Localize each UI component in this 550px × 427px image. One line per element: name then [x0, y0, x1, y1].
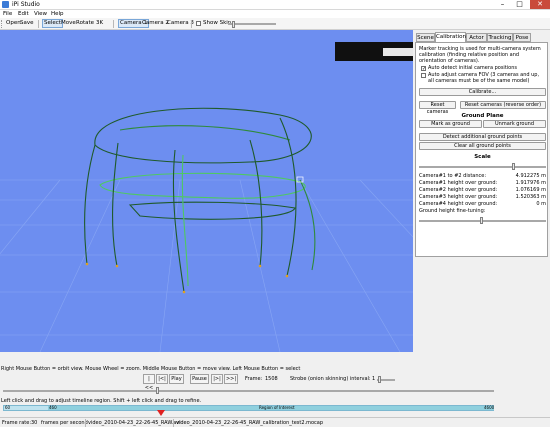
camera-thumbnail[interactable]	[383, 48, 413, 56]
mouse-help-text: Right Mouse Button = orbit view. Mouse W…	[1, 366, 301, 372]
distance-value: 4.912275 m	[515, 173, 546, 179]
play-button[interactable]: Play	[169, 374, 184, 384]
camera3-height-row: Camera#3 height over ground: 1.520363 m	[419, 194, 546, 200]
window-title: iPi Studio	[12, 1, 40, 8]
go-to-start-button[interactable]: |<<	[143, 374, 155, 391]
timeline-region-start: 460	[49, 405, 57, 410]
camera3-height-label: Camera#3 height over ground:	[419, 194, 498, 200]
timeline-help-text: Left click and drag to adjust timeline r…	[1, 398, 202, 404]
unmark-ground-button[interactable]: Unmark ground	[483, 120, 546, 128]
menu-file[interactable]: File	[3, 10, 12, 18]
save-button[interactable]: Save	[19, 19, 35, 28]
scale-header: Scale	[474, 154, 491, 160]
menu-help[interactable]: Help	[51, 10, 64, 18]
show-skin-checkbox[interactable]	[196, 21, 201, 26]
auto-detect-checkbox[interactable]: ✓	[421, 66, 426, 72]
calibrate-button[interactable]: Calibrate...	[419, 88, 546, 96]
tab-pose[interactable]: Pose	[513, 33, 531, 42]
skin-opacity-slider-thumb[interactable]	[232, 21, 235, 28]
frame-rate-label: Frame rate:	[2, 420, 32, 426]
status-bar: Frame rate: 30 frames per second video_2…	[0, 417, 550, 427]
skin-opacity-slider[interactable]	[228, 23, 276, 25]
rotate-tool-button[interactable]: Rotate	[75, 19, 95, 28]
tab-tracking[interactable]: Tracking	[487, 33, 513, 42]
step-back-button[interactable]: |<|	[156, 374, 168, 384]
reset-cameras-reverse-button[interactable]: Reset cameras (reverse order)	[460, 101, 546, 109]
scale-slider-thumb[interactable]	[512, 163, 515, 170]
title-bar: iPi Studio – □ ✕	[0, 0, 550, 10]
menu-bar: File Edit View Help	[0, 10, 550, 18]
auto-adjust-fov-label: Auto adjust camera FOV (3 cameras and up…	[428, 72, 540, 84]
distance-label: Camera#1 to #2 distance:	[419, 173, 487, 179]
calibration-panel: Marker tracking is used for multi-camera…	[415, 42, 548, 257]
app-icon	[2, 1, 9, 8]
pause-button[interactable]: Pause	[190, 374, 209, 384]
fps-label: frames per second	[41, 420, 88, 426]
playhead-icon	[157, 410, 165, 416]
auto-adjust-fov-checkbox[interactable]	[421, 73, 426, 78]
close-button[interactable]: ✕	[530, 0, 550, 9]
camera2-height-row: Camera#2 height over ground: 1.076169 m	[419, 187, 546, 193]
menu-edit[interactable]: Edit	[18, 10, 29, 18]
auto-detect-label: Auto detect initial camera positions	[428, 65, 518, 71]
tab-calibration[interactable]: Calibration	[435, 32, 466, 42]
frame-value: 1508	[265, 376, 278, 382]
ground-grid	[0, 179, 413, 352]
fine-tune-label: Ground height fine-tuning:	[419, 208, 486, 214]
timeline-end: 4600	[484, 405, 495, 410]
playhead-marker[interactable]	[157, 410, 165, 416]
clear-ground-points-button[interactable]: Clear all ground points	[419, 142, 546, 150]
frame-rate-value: 30	[31, 420, 38, 426]
strobe-slider-thumb[interactable]	[378, 376, 381, 383]
toolbar-separator	[113, 20, 114, 28]
scene-canvas	[0, 107, 413, 352]
zoom-value: 3K	[96, 20, 104, 26]
toolbar-separator	[38, 20, 39, 28]
camera4-height-label: Camera#4 height over ground:	[419, 201, 498, 207]
toolbar-separator	[191, 20, 192, 28]
3d-viewport[interactable]	[0, 30, 413, 352]
grip-icon	[1, 20, 3, 28]
maximize-button[interactable]: □	[511, 0, 528, 9]
camera1-height-label: Camera#1 height over ground:	[419, 180, 498, 186]
menu-view[interactable]: View	[34, 10, 47, 18]
detect-ground-points-button[interactable]: Detect additional ground points	[419, 133, 546, 141]
camera1-height-value: 1.917976 m	[515, 180, 546, 186]
tab-actor[interactable]: Actor	[466, 33, 487, 42]
camera1-height-row: Camera#1 height over ground: 1.917976 m	[419, 180, 546, 186]
distance-row: Camera#1 to #2 distance: 4.912275 m	[419, 173, 546, 179]
ground-fine-tune-slider-thumb[interactable]	[480, 217, 483, 224]
tab-scene[interactable]: Scene	[416, 33, 435, 42]
status-separator	[173, 419, 174, 427]
timeline-start: 60	[5, 405, 11, 410]
camera2-height-label: Camera#2 height over ground:	[419, 187, 498, 193]
toolbar: Open Save Select Move Rotate 3K Camera 1…	[0, 18, 550, 30]
camera4-height-row: Camera#4 height over ground: 0 m	[419, 201, 546, 207]
mark-as-ground-button[interactable]: Mark as ground	[419, 120, 482, 128]
strobe-label: Strobe (onion skinning) interval:	[290, 376, 371, 382]
frame-label: Frame:	[245, 376, 263, 382]
camera2-height-value: 1.076169 m	[515, 187, 546, 193]
frame-slider[interactable]	[3, 390, 494, 392]
frame-slider-thumb[interactable]	[156, 387, 159, 394]
strobe-value: 1	[372, 376, 376, 382]
camera4-height-value: 0 m	[536, 201, 546, 207]
video-file-name: video_2010-04-23_22-26-45_RAW.avi	[88, 420, 181, 426]
region-of-interest-label: Region of Interest	[259, 405, 295, 410]
camera3-height-value: 1.520363 m	[515, 194, 546, 200]
calibration-description: Marker tracking is used for multi-camera…	[419, 46, 541, 64]
ground-plane-header: Ground Plane	[461, 113, 504, 119]
camera-thumbnail-strip[interactable]	[335, 42, 413, 61]
playback-area: Right Mouse Button = orbit view. Mouse W…	[0, 352, 550, 427]
minimize-button[interactable]: –	[494, 0, 511, 9]
scale-slider[interactable]	[419, 166, 546, 168]
step-forward-button[interactable]: |>|	[211, 374, 223, 384]
reset-cameras-button[interactable]: Reset cameras	[419, 101, 456, 115]
side-panel: Scene Calibration Actor Tracking Pose Ma…	[414, 30, 550, 352]
mocap-file-name: video_2010-04-23_22-26-45_RAW_calibratio…	[176, 420, 324, 426]
status-separator	[85, 419, 86, 427]
timeline[interactable]: 60 460 Region of Interest 4600	[3, 405, 494, 411]
go-to-end-button[interactable]: >>|	[224, 374, 238, 384]
